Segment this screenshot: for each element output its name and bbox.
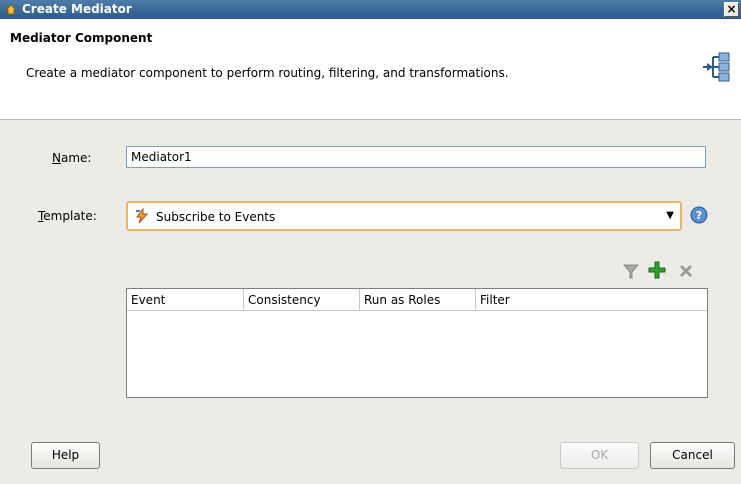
column-header-consistency[interactable]: Consistency [244,289,360,311]
column-header-run-as-roles[interactable]: Run as Roles [360,289,476,311]
column-header-filter[interactable]: Filter [476,289,707,311]
chevron-down-icon[interactable]: ▼ [666,210,674,221]
help-button[interactable]: Help [31,442,100,469]
app-icon [4,4,18,15]
header-title: Mediator Component [10,31,153,45]
close-button[interactable]: × [724,2,739,17]
subscribe-events-icon [136,208,149,224]
svg-text:?: ? [696,209,702,222]
help-icon[interactable]: ? [690,206,708,224]
create-mediator-dialog: Create Mediator × Mediator Component Cre… [0,0,741,484]
name-input[interactable]: Mediator1 [126,146,706,168]
cancel-button[interactable]: Cancel [650,442,735,469]
title-bar: Create Mediator × [0,0,741,19]
events-table[interactable]: Event Consistency Run as Roles Filter [126,288,708,398]
filter-icon[interactable] [622,262,640,280]
name-label: Name: [52,151,92,165]
add-icon[interactable] [648,261,666,279]
header-panel: Mediator Component Create a mediator com… [0,19,741,120]
delete-icon[interactable] [677,262,695,280]
template-value: Subscribe to Events [156,210,276,224]
mediator-component-icon [703,52,730,82]
template-select[interactable]: Subscribe to Events ▼ [126,201,682,231]
column-header-event[interactable]: Event [127,289,244,311]
ok-button[interactable]: OK [560,442,639,469]
header-description: Create a mediator component to perform r… [26,66,509,80]
template-label: Template: [38,209,97,223]
window-title: Create Mediator [22,2,132,16]
